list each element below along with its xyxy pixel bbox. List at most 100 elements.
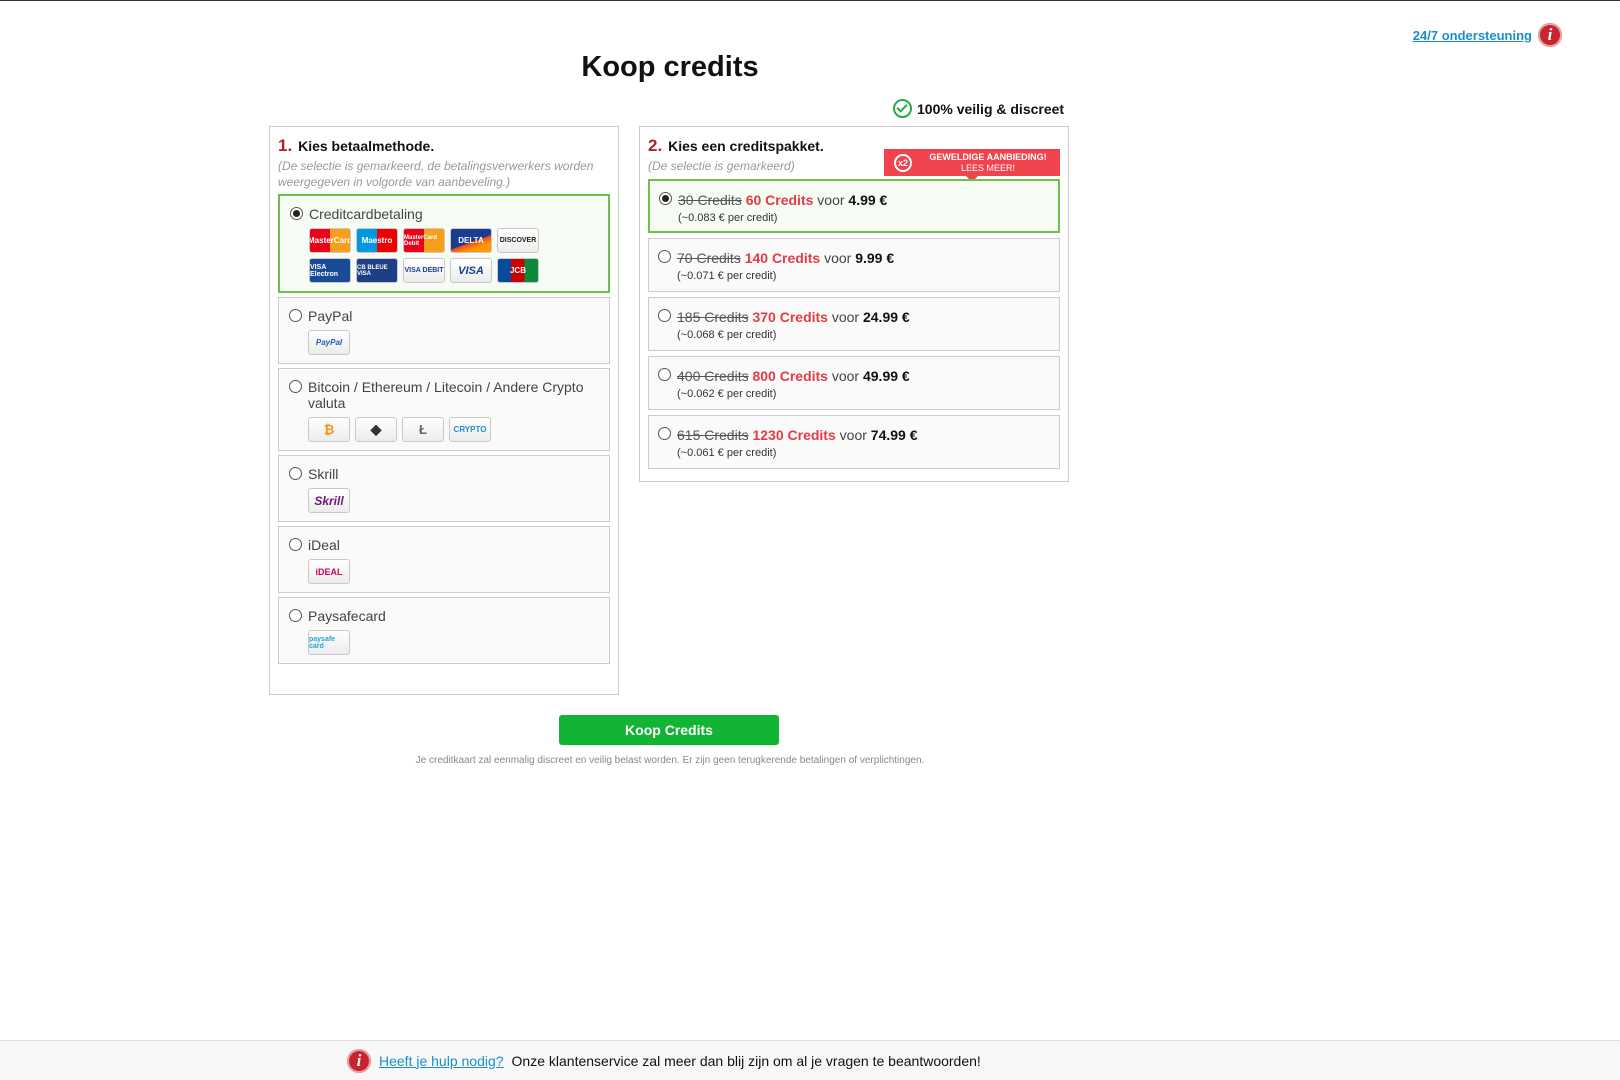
payment-option-label: Creditcardbetaling — [309, 206, 423, 222]
payment-option-skrill[interactable]: Skrill Skrill — [278, 455, 610, 522]
payment-option-label: PayPal — [308, 308, 353, 324]
info-icon: i — [347, 1048, 371, 1073]
package-per-credit: (~0.083 € per credit) — [678, 212, 778, 224]
package-option[interactable]: 615 Credits 1230 Credits voor 74.99 € (~… — [648, 415, 1060, 469]
package-price: 49.99 € — [862, 368, 910, 384]
package-price: 4.99 € — [848, 192, 888, 208]
package-voor: voor — [824, 250, 852, 266]
radio-crypto[interactable] — [289, 380, 302, 393]
package-per-credit: (~0.061 € per credit) — [677, 447, 777, 459]
promo-banner[interactable]: x2 GEWELDIGE AANBIEDING! LEES MEER! — [884, 149, 1060, 182]
x2-badge-icon: x2 — [894, 154, 912, 172]
payment-option-ideal[interactable]: iDeal iDEAL — [278, 526, 610, 593]
package-radio[interactable] — [658, 368, 671, 381]
skrill-logo: Skrill — [308, 488, 350, 513]
paypal-logo: PayPal — [308, 330, 350, 355]
package-new-credits: 140 Credits — [744, 250, 821, 266]
radio-creditcard[interactable] — [290, 207, 303, 220]
package-line: 400 Credits 800 Credits voor 49.99 € — [677, 368, 1059, 384]
package-voor: voor — [817, 192, 845, 208]
payment-option-creditcard[interactable]: Creditcardbetaling MasterCard Maestro Ma… — [278, 194, 610, 293]
help-link[interactable]: Heeft je hulp nodig? — [379, 1053, 504, 1069]
package-old-credits: 400 Credits — [677, 368, 749, 384]
package-option[interactable]: 30 Credits 60 Credits voor 4.99 € (~0.08… — [648, 179, 1060, 233]
package-line: 70 Credits 140 Credits voor 9.99 € — [677, 250, 1059, 266]
litecoin-icon: Ł — [402, 417, 444, 442]
payment-method-panel: 1. Kies betaalmethode. (De selectie is g… — [269, 126, 619, 695]
package-old-credits: 30 Credits — [678, 192, 742, 208]
info-icon[interactable]: i — [1538, 23, 1562, 47]
package-price: 9.99 € — [855, 250, 895, 266]
package-new-credits: 60 Credits — [745, 192, 814, 208]
cb-visa-logo: CB BLEUE VISA — [356, 258, 398, 283]
skrill-logos: Skrill — [308, 488, 558, 513]
crypto-logos: ₿ ◆ Ł CRYPTO — [308, 417, 558, 442]
bitcoin-icon: ₿ — [308, 417, 350, 442]
payment-step-label: Kies betaalmethode. — [298, 138, 435, 154]
ideal-logos: iDEAL — [308, 559, 558, 584]
promo-read-more[interactable]: LEES MEER! — [924, 163, 1052, 174]
package-radio[interactable] — [658, 250, 671, 263]
crypto-logo: CRYPTO — [449, 417, 491, 442]
payment-option-label: Bitcoin / Ethereum / Litecoin / Andere C… — [308, 379, 584, 411]
payment-hint: (De selectie is gemarkeerd, de betalings… — [278, 159, 594, 189]
paypal-logos: PayPal — [308, 330, 558, 355]
maestro-logo: Maestro — [356, 228, 398, 253]
support-link[interactable]: 24/7 ondersteuning — [1413, 28, 1532, 43]
package-old-credits: 615 Credits — [677, 427, 749, 443]
mastercard-logo: MasterCard — [309, 228, 351, 253]
package-step-number: 2. — [648, 136, 663, 155]
check-circle-icon — [893, 99, 912, 118]
paysafecard-logo: paysafe card — [308, 630, 350, 655]
package-per-credit: (~0.071 € per credit) — [677, 270, 777, 282]
payment-option-crypto[interactable]: Bitcoin / Ethereum / Litecoin / Andere C… — [278, 368, 610, 451]
page-title: Koop credits — [581, 51, 759, 83]
visa-electron-logo: VISA Electron — [309, 258, 351, 283]
help-text: Onze klantenservice zal meer dan blij zi… — [511, 1052, 981, 1069]
payment-option-label: Paysafecard — [308, 608, 386, 624]
package-radio[interactable] — [658, 309, 671, 322]
credit-package-panel: 2. Kies een creditspakket. (De selectie … — [639, 126, 1069, 482]
visa-debit-logo: VISA DEBIT — [403, 258, 445, 283]
delta-logo: DELTA — [450, 228, 492, 253]
package-radio[interactable] — [659, 192, 672, 205]
paysafecard-logos: paysafe card — [308, 630, 558, 655]
creditcard-logos: MasterCard Maestro MasterCard Debit DELT… — [309, 228, 559, 283]
radio-paysafecard[interactable] — [289, 609, 302, 622]
package-old-credits: 70 Credits — [677, 250, 741, 266]
billing-note: Je creditkaart zal eenmalig discreet en … — [415, 755, 925, 766]
secure-badge: 100% veilig & discreet — [893, 99, 1064, 118]
package-voor: voor — [831, 368, 860, 384]
radio-paypal[interactable] — [289, 309, 302, 322]
package-old-credits: 185 Credits — [677, 309, 749, 325]
radio-ideal[interactable] — [289, 538, 302, 551]
payment-step-title: 1. Kies betaalmethode. — [278, 136, 610, 156]
package-step-label: Kies een creditspakket. — [668, 138, 824, 154]
discover-logo: DISCOVER — [497, 228, 539, 253]
payment-step-number: 1. — [278, 136, 293, 155]
package-line: 30 Credits 60 Credits voor 4.99 € — [678, 192, 1058, 208]
package-line: 615 Credits 1230 Credits voor 74.99 € — [677, 427, 1059, 443]
package-option[interactable]: 400 Credits 800 Credits voor 49.99 € (~0… — [648, 356, 1060, 410]
package-voor: voor — [839, 427, 867, 443]
support-link-group: 24/7 ondersteuning i — [1413, 23, 1562, 47]
package-radio[interactable] — [658, 427, 671, 440]
package-new-credits: 370 Credits — [752, 309, 828, 325]
package-option[interactable]: 185 Credits 370 Credits voor 24.99 € (~0… — [648, 297, 1060, 351]
radio-skrill[interactable] — [289, 467, 302, 480]
ideal-logo: iDEAL — [308, 559, 350, 584]
ethereum-icon: ◆ — [355, 417, 397, 442]
package-voor: voor — [831, 309, 860, 325]
package-line: 185 Credits 370 Credits voor 24.99 € — [677, 309, 1059, 325]
buy-credits-button[interactable]: Koop Credits — [559, 715, 779, 745]
package-per-credit: (~0.062 € per credit) — [677, 388, 777, 400]
package-price: 24.99 € — [862, 309, 910, 325]
package-option[interactable]: 70 Credits 140 Credits voor 9.99 € (~0.0… — [648, 238, 1060, 292]
visa-logo: VISA — [450, 258, 492, 283]
mastercard-debit-logo: MasterCard Debit — [403, 228, 445, 253]
payment-option-paysafecard[interactable]: Paysafecard paysafe card — [278, 597, 610, 664]
payment-option-paypal[interactable]: PayPal PayPal — [278, 297, 610, 364]
package-new-credits: 1230 Credits — [752, 427, 836, 443]
package-new-credits: 800 Credits — [752, 368, 828, 384]
help-footer: i Heeft je hulp nodig? Onze klantenservi… — [0, 1040, 1620, 1080]
